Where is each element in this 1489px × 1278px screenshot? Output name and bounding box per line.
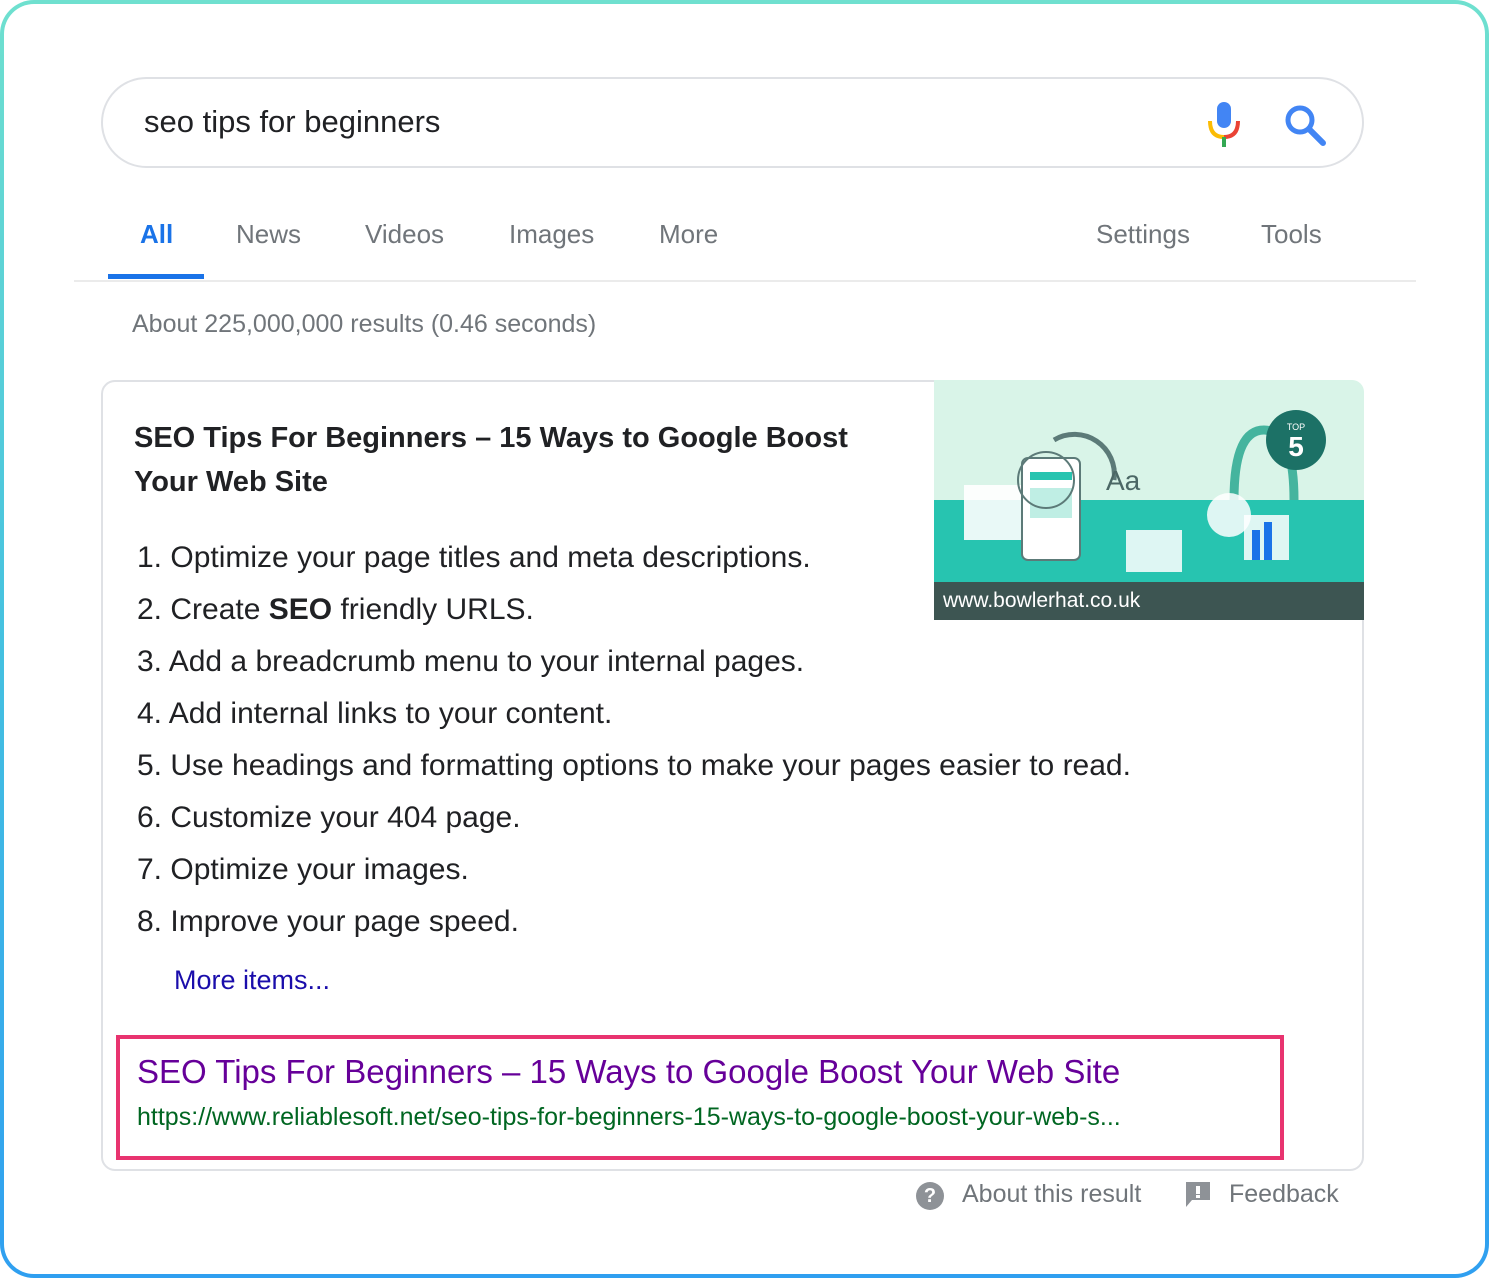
snippet-image[interactable]: Aa TOP 5 www.bowlerhat.co.uk	[934, 380, 1364, 620]
search-bar[interactable]: seo tips for beginners	[101, 77, 1364, 168]
tab-tools[interactable]: Tools	[1261, 219, 1322, 250]
list-item: 3. Add a breadcrumb menu to your interna…	[137, 645, 805, 678]
seo-illustration: Aa TOP 5	[934, 380, 1364, 582]
outer-frame: seo tips for beginners All News Videos I…	[0, 0, 1489, 1278]
tab-more[interactable]: More	[659, 219, 718, 250]
list-item: 4. Add internal links to your content.	[137, 697, 613, 730]
featured-snippet-card: SEO Tips For Beginners – 15 Ways to Goog…	[101, 380, 1364, 1171]
tab-news[interactable]: News	[236, 219, 301, 250]
page: seo tips for beginners All News Videos I…	[4, 4, 1485, 1274]
list-item: 7. Optimize your images.	[137, 853, 469, 886]
list-item: 5. Use headings and formatting options t…	[137, 749, 1131, 782]
tab-images[interactable]: Images	[509, 219, 594, 250]
svg-text:5: 5	[1288, 431, 1304, 462]
list-item: 6. Customize your 404 page.	[137, 801, 521, 834]
svg-text:Aa: Aa	[1106, 465, 1141, 496]
active-tab-indicator	[108, 274, 204, 279]
tabs-divider	[74, 280, 1416, 282]
microphone-icon[interactable]	[1206, 101, 1242, 149]
feedback-icon[interactable]	[1184, 1180, 1212, 1210]
result-stats: About 225,000,000 results (0.46 seconds)	[132, 310, 597, 338]
more-items-link[interactable]: More items...	[174, 965, 330, 996]
list-item: 8. Improve your page speed.	[137, 905, 519, 938]
magnifier-icon[interactable]	[1283, 103, 1327, 147]
tab-settings[interactable]: Settings	[1096, 219, 1190, 250]
snippet-title: SEO Tips For Beginners – 15 Ways to Goog…	[134, 422, 848, 498]
result-title-link[interactable]: SEO Tips For Beginners – 15 Ways to Goog…	[137, 1053, 1120, 1091]
search-input[interactable]: seo tips for beginners	[144, 104, 440, 140]
tab-all[interactable]: All	[140, 219, 173, 250]
tab-videos[interactable]: Videos	[365, 219, 444, 250]
help-icon[interactable]: ?	[916, 1182, 944, 1210]
highlighted-result: SEO Tips For Beginners – 15 Ways to Goog…	[116, 1035, 1284, 1160]
feedback-link[interactable]: Feedback	[1229, 1180, 1339, 1209]
image-source-caption: www.bowlerhat.co.uk	[934, 582, 1364, 620]
result-url: https://www.reliablesoft.net/seo-tips-fo…	[137, 1103, 1121, 1131]
about-this-result-link[interactable]: About this result	[962, 1180, 1141, 1209]
